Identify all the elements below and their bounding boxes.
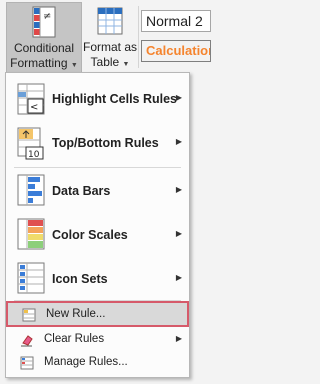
submenu-arrow-icon: ▶ <box>175 137 182 146</box>
menu-item-icon-sets[interactable]: Icon Sets ▶ <box>6 259 189 299</box>
conditional-formatting-button[interactable]: ≠ Conditional Formatting ▼ <box>6 2 82 74</box>
style-calculation[interactable]: Calculation <box>141 40 211 62</box>
menu-item-top-bottom-rules[interactable]: 10 Top/Bottom Rules ▶ <box>6 123 189 163</box>
svg-text:≠: ≠ <box>43 11 51 22</box>
menu-item-label: Manage Rules... <box>44 356 128 368</box>
eraser-icon <box>20 333 34 350</box>
conditional-formatting-label-1: Conditional <box>13 41 75 55</box>
menu-item-color-scales[interactable]: Color Scales ▶ <box>6 215 189 255</box>
format-as-table-button[interactable]: Format as Table ▼ <box>82 2 138 74</box>
data-bars-icon <box>16 174 46 209</box>
ribbon-divider <box>138 6 139 68</box>
submenu-arrow-icon: ▶ <box>175 273 182 282</box>
icon-sets-icon <box>16 262 46 297</box>
manage-rules-icon <box>20 356 34 373</box>
menu-item-manage-rules[interactable]: Manage Rules... <box>6 352 189 374</box>
conditional-formatting-menu: < Highlight Cells Rules ▶ 10 Top/Bottom … <box>5 72 190 378</box>
style-normal-2[interactable]: Normal 2 <box>141 10 211 32</box>
submenu-arrow-icon: ▶ <box>175 229 182 238</box>
menu-item-label: Color Scales <box>52 228 128 242</box>
format-as-table-label-2: Table <box>90 55 120 69</box>
menu-item-label: Highlight Cells Rules <box>52 92 178 106</box>
chevron-down-icon: ▼ <box>70 62 78 69</box>
menu-item-label: New Rule... <box>46 308 106 320</box>
format-as-table-icon <box>95 5 125 40</box>
top-bottom-icon: 10 <box>16 127 46 164</box>
svg-text:<: < <box>30 102 38 113</box>
submenu-arrow-icon: ▶ <box>175 334 182 343</box>
color-scales-icon <box>16 218 46 253</box>
submenu-arrow-icon: ▶ <box>175 185 182 194</box>
menu-item-label: Clear Rules <box>44 333 105 345</box>
menu-item-new-rule[interactable]: New Rule... <box>6 301 189 327</box>
menu-item-label: Data Bars <box>52 184 111 198</box>
submenu-arrow-icon: ▶ <box>175 93 182 102</box>
svg-text:10: 10 <box>28 150 40 160</box>
menu-item-label: Icon Sets <box>52 272 108 286</box>
menu-divider <box>14 167 181 168</box>
new-rule-icon <box>22 308 36 325</box>
menu-item-highlight-cells-rules[interactable]: < Highlight Cells Rules ▶ <box>6 79 189 119</box>
menu-item-clear-rules[interactable]: Clear Rules ▶ <box>6 329 189 351</box>
conditional-formatting-label-2: Formatting <box>10 56 68 70</box>
highlight-cells-icon: < <box>16 83 46 118</box>
ribbon: ≠ Conditional Formatting ▼ Format as Tab… <box>0 0 211 76</box>
menu-item-data-bars[interactable]: Data Bars ▶ <box>6 171 189 211</box>
menu-item-label: Top/Bottom Rules <box>52 136 159 150</box>
chevron-down-icon: ▼ <box>122 61 130 68</box>
format-as-table-label-1: Format as <box>82 40 137 54</box>
conditional-formatting-icon: ≠ <box>29 6 59 41</box>
